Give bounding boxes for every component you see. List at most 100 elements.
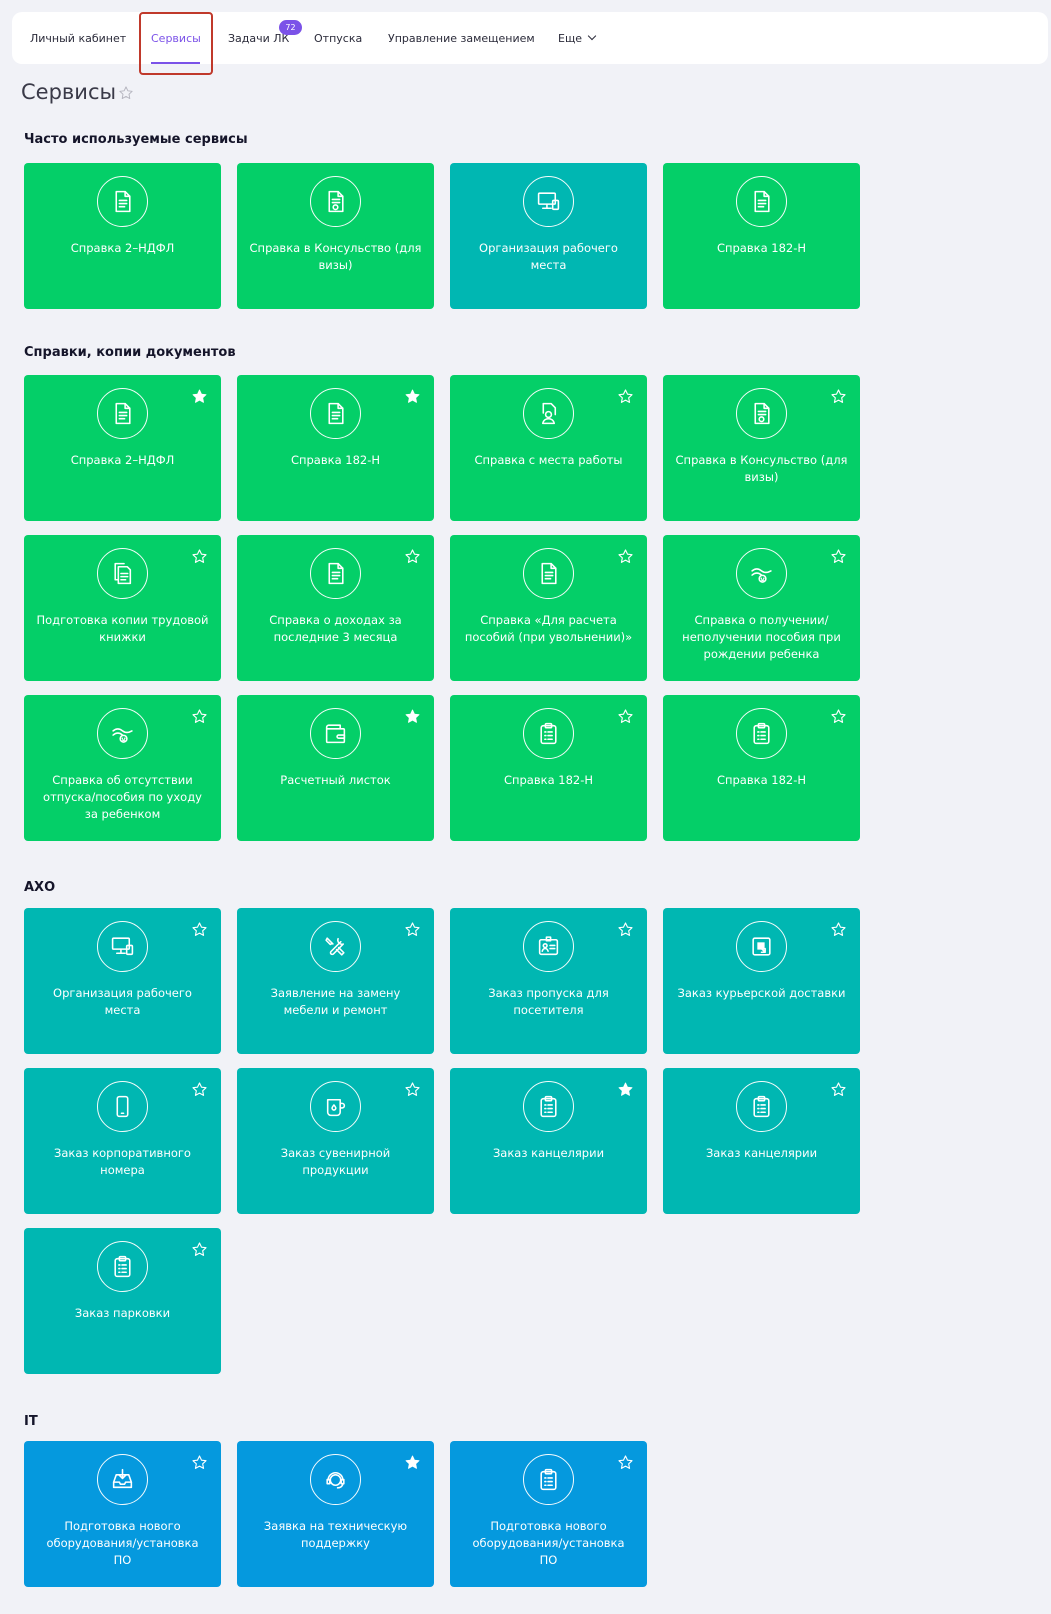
stamped-document-icon [736,388,787,439]
page-title: Сервисы [21,80,117,104]
service-card-label: Заказ корпоративного номера [54,1146,191,1177]
service-card[interactable]: Заказ сувенирной продукции [237,1068,434,1214]
service-card-label: Справка об отсутствии отпуска/пособия по… [43,773,202,821]
service-card[interactable]: Справка в Консульство (для визы) [237,163,434,309]
service-card[interactable]: Справка 182-Н [663,695,860,841]
chevron-down-icon [587,31,597,41]
favorite-star-icon[interactable] [118,85,134,101]
star-outline-icon[interactable] [617,708,634,725]
courier-icon [736,921,787,972]
service-card[interactable]: Справка в Консульство (для визы) [663,375,860,521]
star-filled-icon[interactable] [404,708,421,725]
nav-more[interactable]: Еще [558,12,597,64]
baby-hand-icon [97,708,148,759]
nav-substitution[interactable]: Управление замещением [388,12,535,64]
star-outline-icon[interactable] [404,921,421,938]
service-card[interactable]: Справка 2–НДФЛ [24,163,221,309]
service-card[interactable]: Справка «Для расчета пособий (при увольн… [450,535,647,681]
service-card-label: Справка 182-Н [290,453,381,467]
service-card-label: Справка 2–НДФЛ [70,241,175,255]
service-card[interactable]: Организация рабочего места [450,163,647,309]
active-tab-indicator [151,62,200,64]
clipboard-icon [736,1081,787,1132]
star-outline-icon[interactable] [191,1454,208,1471]
service-card-label: Справка в Консульство (для визы) [249,241,422,272]
section-title-frequent: Часто используемые сервисы [24,132,248,147]
service-card[interactable]: Справка о получении/ неполучении пособия… [663,535,860,681]
employee-document-icon [523,388,574,439]
document-icon [310,548,361,599]
service-card-label: Справка о доходах за последние 3 месяца [269,613,402,644]
service-card[interactable]: Справка 182-Н [450,695,647,841]
service-card[interactable]: Заказ канцелярии [450,1068,647,1214]
star-filled-icon[interactable] [404,388,421,405]
section-title-documents: Справки, копии документов [24,345,236,360]
service-card[interactable]: Заявка на техническую поддержку [237,1441,434,1587]
star-outline-icon[interactable] [830,921,847,938]
service-card[interactable]: Расчетный листок [237,695,434,841]
star-outline-icon[interactable] [191,708,208,725]
star-outline-icon[interactable] [617,388,634,405]
service-card[interactable]: Организация рабочего места [24,908,221,1054]
nav-services[interactable]: Сервисы [151,12,201,64]
star-outline-icon[interactable] [617,921,634,938]
service-card[interactable]: Подготовка копии трудовой книжки [24,535,221,681]
star-outline-icon[interactable] [404,548,421,565]
service-card[interactable]: Заявление на замену мебели и ремонт [237,908,434,1054]
clipboard-icon [523,1454,574,1505]
service-card[interactable]: Справка об отсутствии отпуска/пособия по… [24,695,221,841]
nav-tasks[interactable]: Задачи ЛК [228,12,289,64]
clipboard-icon [97,1241,148,1292]
star-outline-icon[interactable] [830,1081,847,1098]
service-card-label: Подготовка нового оборудования/установка… [472,1519,625,1567]
tools-icon [310,921,361,972]
star-outline-icon[interactable] [191,1081,208,1098]
service-card[interactable]: Подготовка нового оборудования/установка… [450,1441,647,1587]
service-card[interactable]: Заказ канцелярии [663,1068,860,1214]
service-card[interactable]: Справка 2–НДФЛ [24,375,221,521]
document-icon [523,548,574,599]
star-outline-icon[interactable] [404,1081,421,1098]
star-outline-icon[interactable] [617,548,634,565]
star-outline-icon[interactable] [191,548,208,565]
star-filled-icon[interactable] [191,388,208,405]
service-card[interactable]: Справка 182-Н [663,163,860,309]
download-tray-icon [97,1454,148,1505]
star-outline-icon[interactable] [830,708,847,725]
service-card-label: Заявление на замену мебели и ремонт [270,986,401,1017]
star-outline-icon[interactable] [191,1241,208,1258]
service-card-label: Справка 182-Н [503,773,594,787]
service-card-label: Заявка на техническую поддержку [263,1519,408,1550]
service-card[interactable]: Подготовка нового оборудования/установка… [24,1441,221,1587]
star-outline-icon[interactable] [830,548,847,565]
section-title-it: IT [24,1414,38,1429]
star-filled-icon[interactable] [404,1454,421,1471]
service-card[interactable]: Справка о доходах за последние 3 месяца [237,535,434,681]
service-card[interactable]: Справка с места работы [450,375,647,521]
service-card[interactable]: Справка 182-Н [237,375,434,521]
star-outline-icon[interactable] [830,388,847,405]
stamped-document-icon [310,176,361,227]
workstation-icon [97,921,148,972]
badge-icon [523,921,574,972]
service-card[interactable]: Заказ пропуска для посетителя [450,908,647,1054]
clipboard-icon [523,1081,574,1132]
service-card-label: Организация рабочего места [53,986,192,1017]
service-card-label: Заказ сувенирной продукции [280,1146,391,1177]
nav-personal-cabinet[interactable]: Личный кабинет [30,12,126,64]
service-card-label: Подготовка копии трудовой книжки [36,613,209,644]
wallet-icon [310,708,361,759]
phone-icon [97,1081,148,1132]
document-icon [310,388,361,439]
service-card[interactable]: Заказ корпоративного номера [24,1068,221,1214]
nav-vacations[interactable]: Отпуска [314,12,362,64]
service-card-label: Справка с места работы [474,453,623,467]
service-card-label: Справка 182-Н [716,773,807,787]
service-card-label: Заказ курьерской доставки [677,986,846,1000]
service-card[interactable]: Заказ курьерской доставки [663,908,860,1054]
service-card[interactable]: Заказ парковки [24,1228,221,1374]
star-outline-icon[interactable] [191,921,208,938]
star-filled-icon[interactable] [617,1081,634,1098]
service-card-label: Организация рабочего места [479,241,618,272]
star-outline-icon[interactable] [617,1454,634,1471]
